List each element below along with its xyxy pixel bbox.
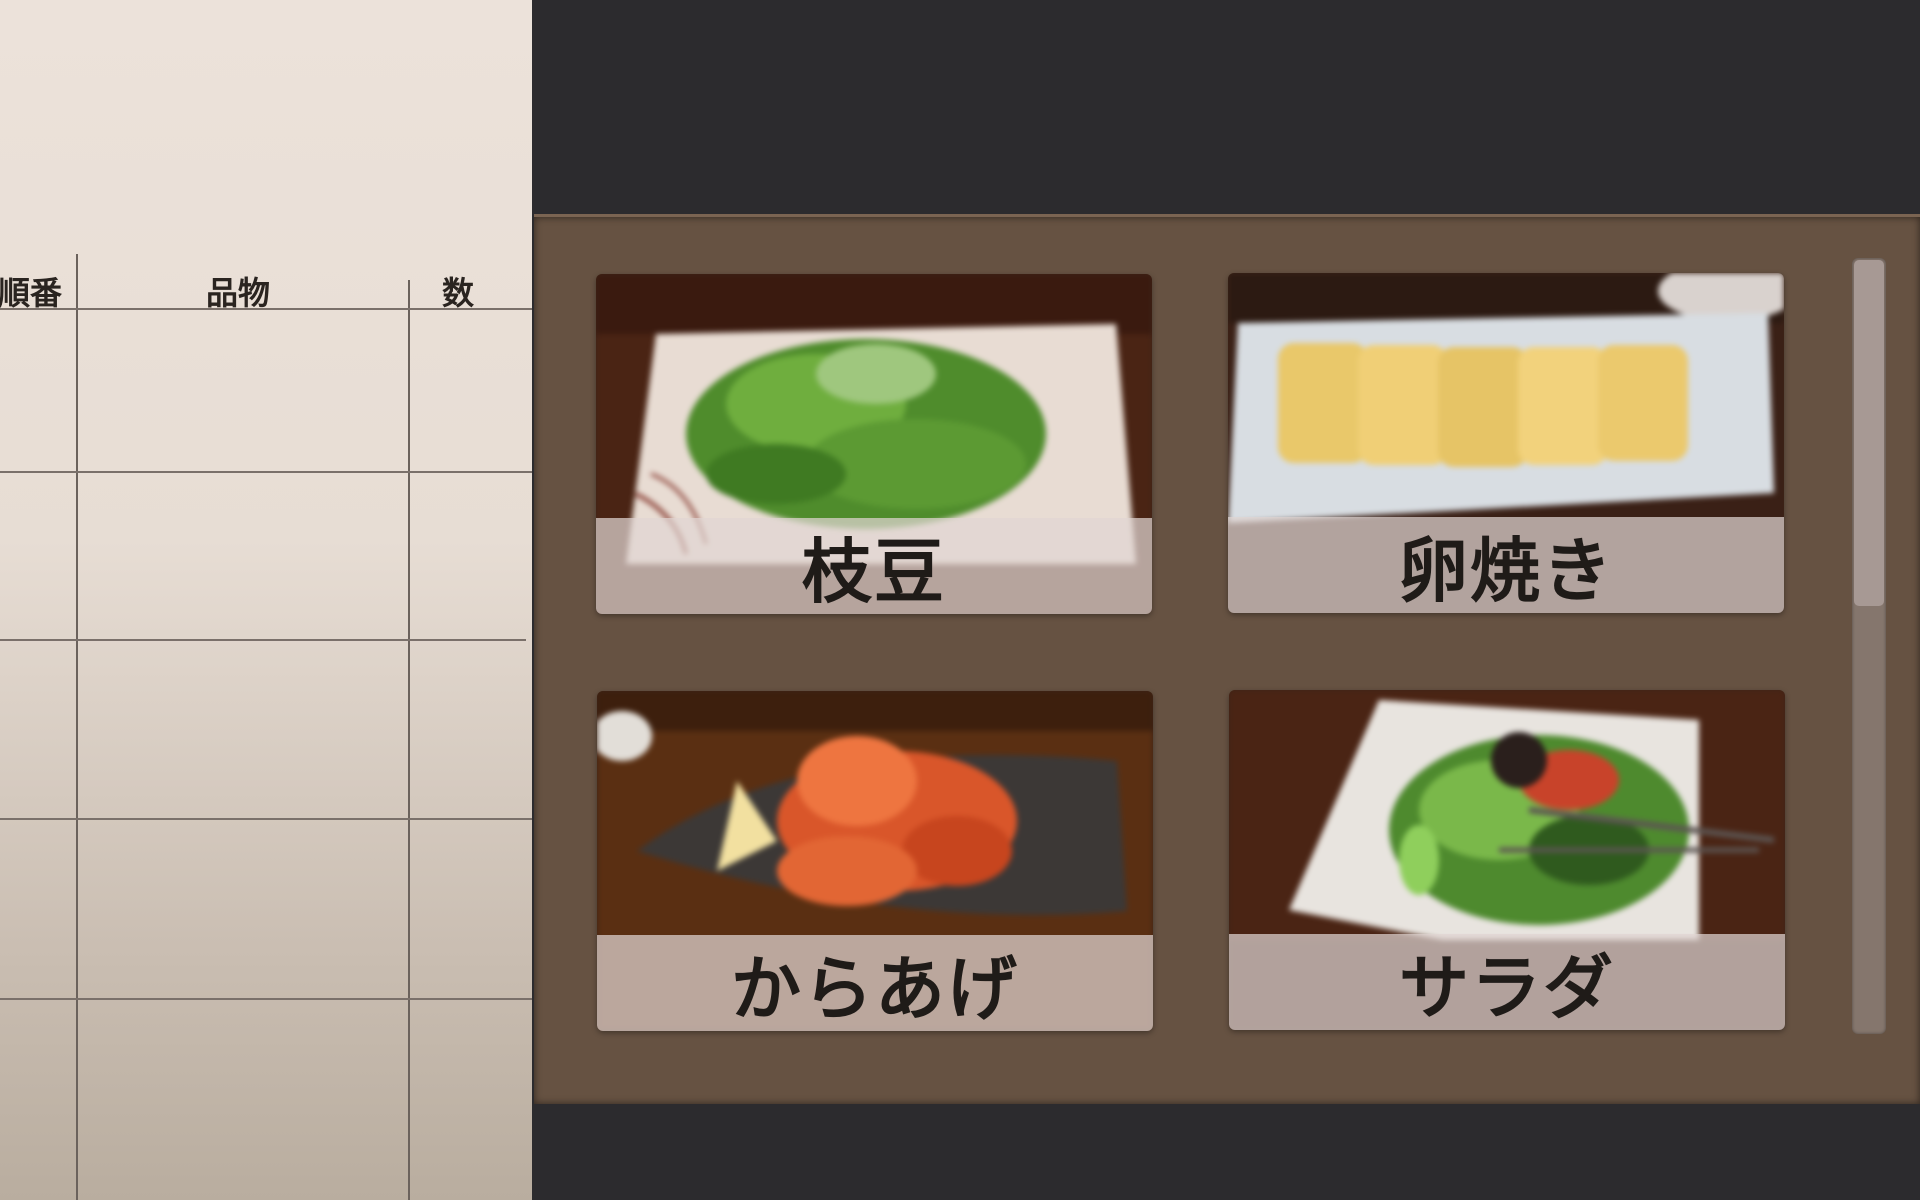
menu-scrollbar[interactable] (1852, 258, 1886, 1034)
order-row-2[interactable] (0, 473, 532, 638)
menu-item-label: サラダ (1229, 934, 1785, 1030)
menu-item-label: 卵焼き (1228, 517, 1784, 613)
order-sheet: 順番 品物 数 (0, 0, 532, 1200)
menu-item-salad[interactable]: サラダ (1229, 690, 1785, 1030)
order-row-5[interactable] (0, 1000, 532, 1200)
menu-item-label: からあげ (597, 935, 1153, 1031)
menu-item-karaage[interactable]: からあげ (597, 691, 1153, 1031)
order-row-3[interactable] (0, 641, 532, 817)
menu-item-tamagoyaki[interactable]: 卵焼き (1228, 273, 1784, 613)
menu-item-label: 枝豆 (596, 518, 1152, 614)
menu-item-edamame[interactable]: 枝豆 (596, 274, 1152, 614)
order-row-4[interactable] (0, 820, 532, 997)
order-row-1[interactable] (0, 310, 532, 470)
scroll-thumb[interactable] (1854, 260, 1884, 606)
